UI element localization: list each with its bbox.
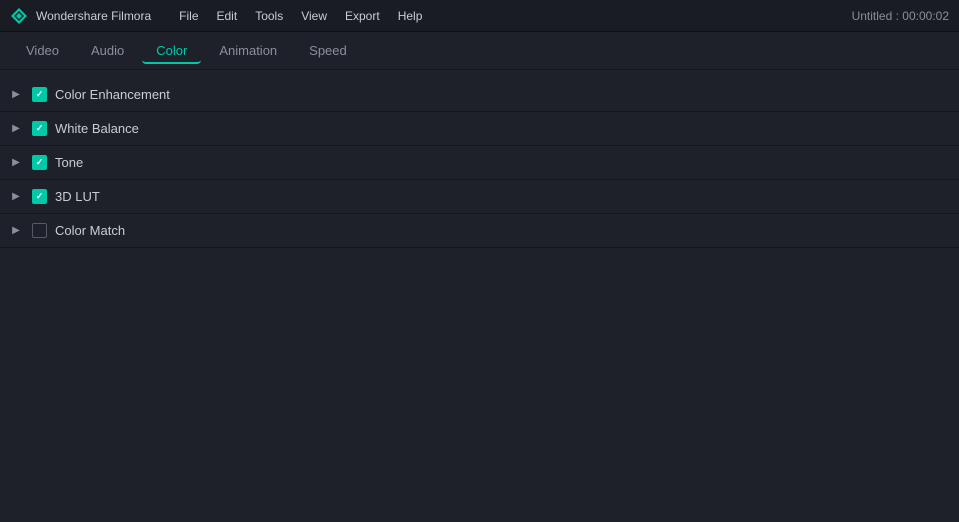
checkbox-white-balance[interactable]: ✓ (32, 121, 47, 136)
titlebar: Wondershare Filmora File Edit Tools View… (0, 0, 959, 32)
checkmark-icon: ✓ (36, 158, 44, 167)
section-tone-label: Tone (55, 155, 83, 170)
section-tone[interactable]: ▶ ✓ Tone (0, 146, 959, 180)
content-area: ▶ ✓ Color Enhancement ▶ ✓ White Balance … (0, 70, 959, 256)
menu-file[interactable]: File (171, 7, 206, 25)
section-color-match[interactable]: ▶ Color Match (0, 214, 959, 248)
section-color-match-label: Color Match (55, 223, 125, 238)
section-3d-lut-label: 3D LUT (55, 189, 100, 204)
checkmark-icon: ✓ (36, 192, 44, 201)
tab-animation[interactable]: Animation (205, 37, 291, 64)
chevron-white-balance-icon: ▶ (8, 121, 24, 137)
menu-export[interactable]: Export (337, 7, 388, 25)
app-name: Wondershare Filmora (36, 9, 151, 23)
menu-help[interactable]: Help (390, 7, 431, 25)
section-color-enhancement[interactable]: ▶ ✓ Color Enhancement (0, 78, 959, 112)
section-white-balance-label: White Balance (55, 121, 139, 136)
tab-audio[interactable]: Audio (77, 37, 138, 64)
section-color-enhancement-label: Color Enhancement (55, 87, 170, 102)
tab-speed[interactable]: Speed (295, 37, 361, 64)
tab-bar: Video Audio Color Animation Speed (0, 32, 959, 70)
tab-color[interactable]: Color (142, 37, 201, 64)
checkbox-color-enhancement[interactable]: ✓ (32, 87, 47, 102)
checkbox-3d-lut[interactable]: ✓ (32, 189, 47, 204)
chevron-color-match-icon: ▶ (8, 223, 24, 239)
checkmark-icon: ✓ (36, 124, 44, 133)
tab-video[interactable]: Video (12, 37, 73, 64)
menu-view[interactable]: View (293, 7, 335, 25)
menu-edit[interactable]: Edit (209, 7, 246, 25)
chevron-3d-lut-icon: ▶ (8, 189, 24, 205)
menu-tools[interactable]: Tools (247, 7, 291, 25)
section-3d-lut[interactable]: ▶ ✓ 3D LUT (0, 180, 959, 214)
checkmark-icon: ✓ (36, 90, 44, 99)
titlebar-left: Wondershare Filmora File Edit Tools View… (10, 7, 430, 25)
checkbox-color-match[interactable] (32, 223, 47, 238)
menu-bar: File Edit Tools View Export Help (171, 7, 430, 25)
chevron-tone-icon: ▶ (8, 155, 24, 171)
chevron-color-enhancement-icon: ▶ (8, 87, 24, 103)
app-logo-icon (10, 7, 28, 25)
window-title: Untitled : 00:00:02 (852, 9, 949, 23)
section-white-balance[interactable]: ▶ ✓ White Balance (0, 112, 959, 146)
checkbox-tone[interactable]: ✓ (32, 155, 47, 170)
